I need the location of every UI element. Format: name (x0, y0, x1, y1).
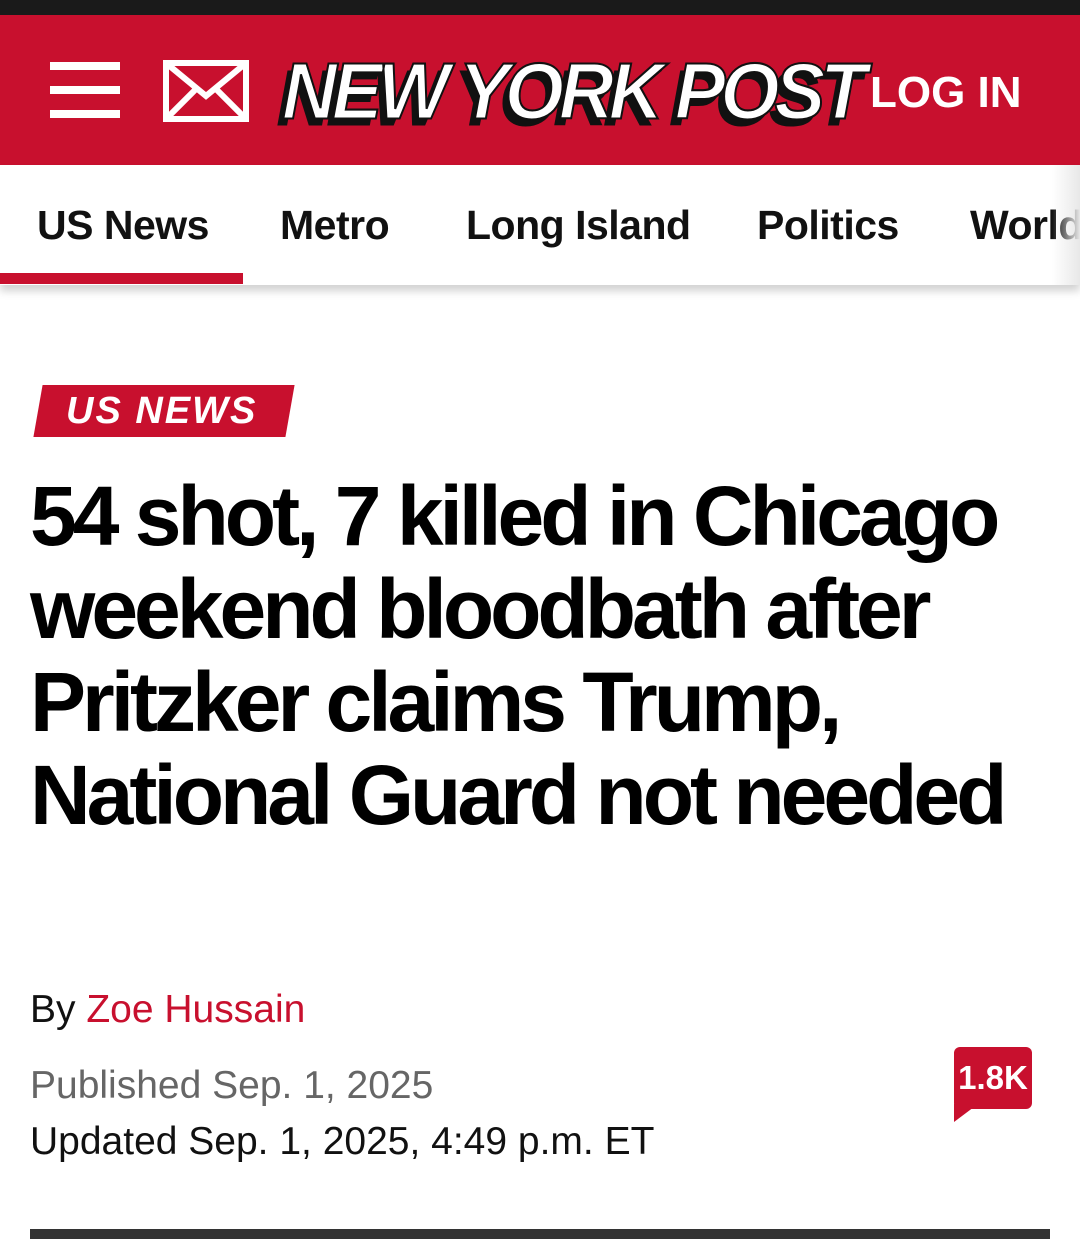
updated-date: Updated Sep. 1, 2025, 4:49 p.m. ET (30, 1120, 655, 1163)
login-button[interactable]: LOG IN (870, 63, 1022, 123)
byline: By Zoe Hussain (30, 988, 305, 1032)
article-headline: 54 shot, 7 killed in Chicago weekend blo… (30, 469, 1007, 842)
nav-item-us-news[interactable]: US News (37, 165, 209, 285)
byline-prefix: By (30, 988, 76, 1031)
author-link[interactable]: Zoe Hussain (86, 988, 305, 1031)
published-date: Published Sep. 1, 2025 (30, 1064, 434, 1107)
nav-item-politics[interactable]: Politics (757, 165, 899, 285)
section-nav: US News Metro Long Island Politics World (0, 165, 1080, 285)
comment-count[interactable]: 1.8K (954, 1047, 1032, 1109)
nav-active-indicator (0, 273, 243, 284)
site-header: NEW YORK POST NEW YORK POST LOG IN (0, 15, 1080, 165)
nav-scroll-fade (1052, 165, 1080, 285)
nav-item-metro[interactable]: Metro (280, 165, 390, 285)
article-image-edge (30, 1229, 1050, 1239)
envelope-icon[interactable] (163, 60, 249, 122)
nav-item-long-island[interactable]: Long Island (466, 165, 691, 285)
site-logo[interactable]: NEW YORK POST NEW YORK POST (276, 46, 868, 143)
site-logo-text: NEW YORK POST (281, 46, 868, 137)
section-kicker-label[interactable]: US NEWS (66, 385, 257, 437)
hamburger-menu-icon[interactable] (50, 62, 120, 118)
top-status-strip (0, 0, 1080, 15)
